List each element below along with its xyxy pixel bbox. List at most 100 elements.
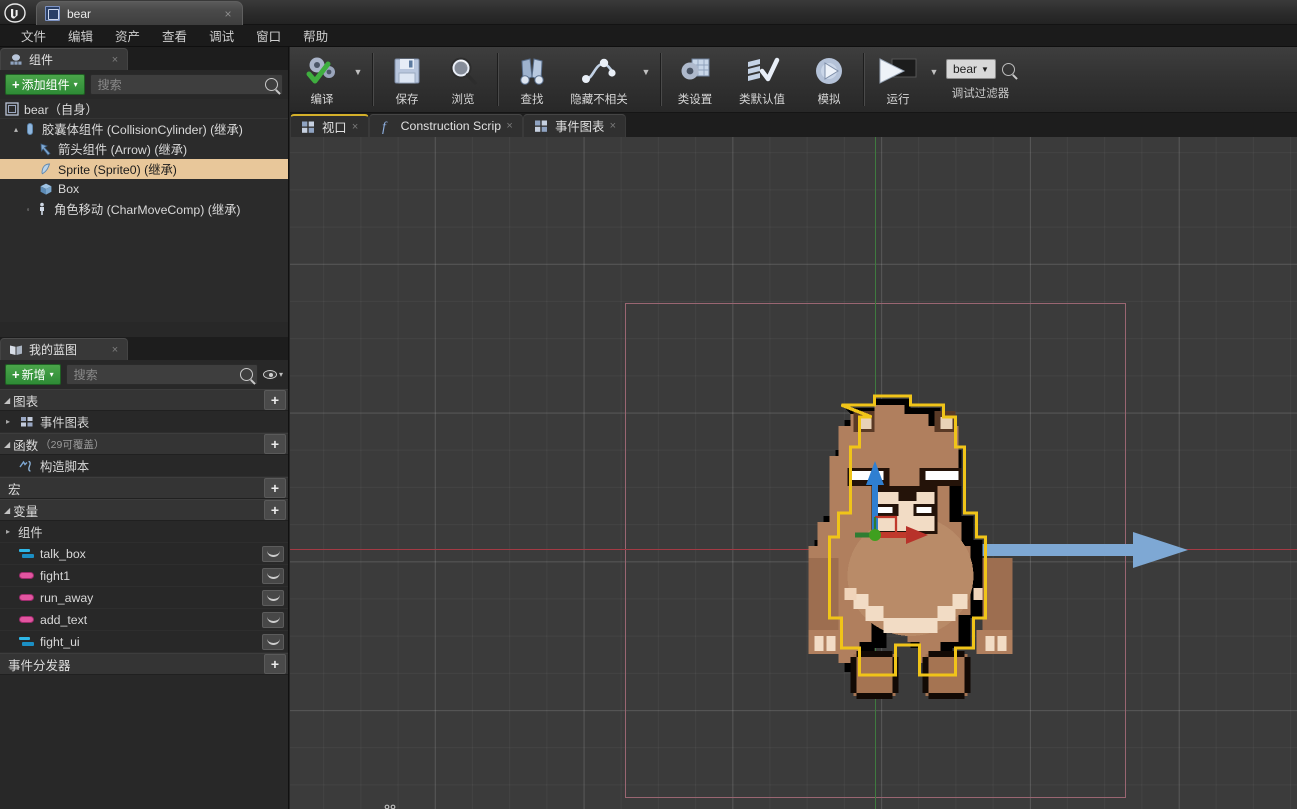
transform-gizmo[interactable] xyxy=(810,447,950,587)
hide-unrelated-label: 隐藏不相关 xyxy=(570,91,628,107)
section-header-graphs[interactable]: ◢ 图表 + xyxy=(0,389,288,411)
debug-filter-row: bear ▼ xyxy=(946,59,1015,79)
list-item-label: talk_box xyxy=(40,547,86,561)
hide-unrelated-button[interactable]: 隐藏不相关 xyxy=(560,47,638,112)
menu-item-file[interactable]: 文件 xyxy=(10,24,57,47)
add-function-button[interactable]: + xyxy=(264,434,286,454)
tab-components[interactable]: 组件 × xyxy=(0,48,128,70)
list-item-variable-add-text[interactable]: add_text xyxy=(0,609,288,631)
add-component-label: 添加组件 xyxy=(22,76,70,93)
add-macro-button[interactable]: + xyxy=(264,478,286,498)
class-defaults-button[interactable]: 类默认值 xyxy=(723,47,801,112)
components-icon xyxy=(9,53,23,67)
tree-row[interactable]: ▴ 胶囊体组件 (CollisionCylinder) (继承) xyxy=(0,119,288,139)
save-button[interactable]: 保存 xyxy=(379,47,435,112)
debug-filter-value: bear xyxy=(953,62,977,76)
tree-row[interactable]: ◦ 角色移动 (CharMoveComp) (继承) xyxy=(0,199,288,219)
visibility-toggle-button[interactable]: ▾ xyxy=(263,365,283,385)
list-item-variable-run-away[interactable]: run_away xyxy=(0,587,288,609)
list-item-variable-fight1[interactable]: fight1 xyxy=(0,565,288,587)
add-new-button[interactable]: + 新增 ▾ xyxy=(5,364,61,385)
list-item-event-graph[interactable]: ▸ 事件图表 xyxy=(0,411,288,433)
document-tab-bear[interactable]: bear × xyxy=(36,1,243,25)
list-item-construction-script[interactable]: 构造脚本 xyxy=(0,455,288,477)
components-search-input[interactable]: 搜索 xyxy=(90,74,283,95)
tab-viewport[interactable]: 视口 × xyxy=(290,114,369,137)
menu-item-edit[interactable]: 编辑 xyxy=(57,24,104,47)
variable-visibility-toggle[interactable] xyxy=(262,612,284,628)
class-settings-button[interactable]: 类设置 xyxy=(667,47,723,112)
menu-item-asset[interactable]: 资产 xyxy=(104,24,151,47)
my-blueprint-toolbar: + 新增 ▾ 搜索 ▾ xyxy=(0,360,288,389)
tree-row[interactable]: 箭头组件 (Arrow) (继承) xyxy=(0,139,288,159)
list-item-components-group[interactable]: ▸ 组件 xyxy=(0,521,288,543)
compile-gear-check-icon xyxy=(304,52,340,90)
section-header-variables[interactable]: ◢ 变量 + xyxy=(0,499,288,521)
tree-row-sprite0[interactable]: Sprite (Sprite0) (继承) xyxy=(0,159,288,179)
title-bar: bear × xyxy=(0,0,1297,25)
bool-pill-icon xyxy=(18,568,35,584)
chevron-right-icon[interactable]: ▸ xyxy=(6,527,18,536)
capsule-icon xyxy=(22,121,38,137)
compile-button[interactable]: 编译 xyxy=(294,47,350,112)
debug-filter-dropdown[interactable]: bear ▼ xyxy=(946,59,996,79)
toolbar-group-play: 运行 ▼ bear ▼ 调试过滤器 xyxy=(866,47,1019,112)
chevron-down-icon[interactable]: ▴ xyxy=(10,125,22,134)
toolbar-group-file: 保存 浏览 xyxy=(375,47,495,112)
menu-item-help[interactable]: 帮助 xyxy=(292,24,339,47)
variable-visibility-toggle[interactable] xyxy=(262,634,284,650)
add-event-dispatcher-button[interactable]: + xyxy=(264,654,286,674)
tree-row-box[interactable]: Box xyxy=(0,179,288,199)
menu-item-window[interactable]: 窗口 xyxy=(245,24,292,47)
function-f-icon: f xyxy=(379,119,394,134)
close-icon[interactable]: × xyxy=(107,54,123,66)
close-icon[interactable]: × xyxy=(604,120,621,132)
add-variable-button[interactable]: + xyxy=(264,500,286,520)
add-component-button[interactable]: + 添加组件 ▾ xyxy=(5,74,85,95)
play-icon xyxy=(876,52,920,90)
toolbar-separator xyxy=(660,53,661,106)
blueprint-icon xyxy=(4,101,20,117)
compile-options-caret[interactable]: ▼ xyxy=(350,47,366,112)
debug-filter-label: 调试过滤器 xyxy=(952,85,1010,101)
tab-event-graph[interactable]: 事件图表 × xyxy=(523,114,626,137)
variable-visibility-toggle[interactable] xyxy=(262,568,284,584)
search-icon[interactable] xyxy=(1002,63,1015,76)
close-icon[interactable]: × xyxy=(220,7,236,21)
section-header-macros[interactable]: 宏 + xyxy=(0,477,288,499)
variable-visibility-toggle[interactable] xyxy=(262,546,284,562)
tab-my-blueprint[interactable]: 我的蓝图 × xyxy=(0,338,128,360)
section-header-event-dispatchers[interactable]: 事件分发器 + xyxy=(0,653,288,675)
variable-visibility-toggle[interactable] xyxy=(262,590,284,606)
component-tree: bear（自身） ▴ 胶囊体组件 (CollisionCylinder) (继承… xyxy=(0,99,288,322)
construction-script-icon xyxy=(18,458,35,474)
menu-item-debug[interactable]: 调试 xyxy=(198,24,245,47)
simulate-button[interactable]: 模拟 xyxy=(801,47,857,112)
close-icon[interactable]: × xyxy=(107,344,123,356)
chevron-down-icon: ▼ xyxy=(981,65,989,74)
viewport-canvas[interactable]: ▼ 上部 xyxy=(290,137,1297,809)
list-item-variable-talk-box[interactable]: talk_box xyxy=(0,543,288,565)
browse-button[interactable]: 浏览 xyxy=(435,47,491,112)
chevron-down-icon[interactable]: ▾ xyxy=(279,370,283,379)
list-item-variable-fight-ui[interactable]: fight_ui xyxy=(0,631,288,653)
section-title: 函数 xyxy=(13,435,38,454)
my-blueprint-search-input[interactable]: 搜索 xyxy=(66,364,258,385)
chevron-down-icon: ▾ xyxy=(50,370,54,379)
viewport-icon xyxy=(300,119,315,134)
menu-item-view[interactable]: 查看 xyxy=(151,24,198,47)
hide-unrelated-options-caret[interactable]: ▼ xyxy=(638,47,654,112)
find-button[interactable]: 查找 xyxy=(504,47,560,112)
chevron-right-icon[interactable]: ▸ xyxy=(6,417,18,426)
section-header-functions[interactable]: ◢ 函数 （29可覆盖） + xyxy=(0,433,288,455)
character-movement-icon xyxy=(34,201,50,217)
play-button[interactable]: 运行 xyxy=(870,47,926,112)
add-graph-button[interactable]: + xyxy=(264,390,286,410)
simulate-label: 模拟 xyxy=(818,91,841,107)
tree-row[interactable]: bear（自身） xyxy=(0,99,288,119)
close-icon[interactable]: × xyxy=(347,121,364,133)
close-icon[interactable]: × xyxy=(501,120,518,132)
section-title: 变量 xyxy=(13,501,38,520)
play-options-caret[interactable]: ▼ xyxy=(926,47,942,112)
tab-construction-script[interactable]: f Construction Scrip × xyxy=(369,114,523,137)
